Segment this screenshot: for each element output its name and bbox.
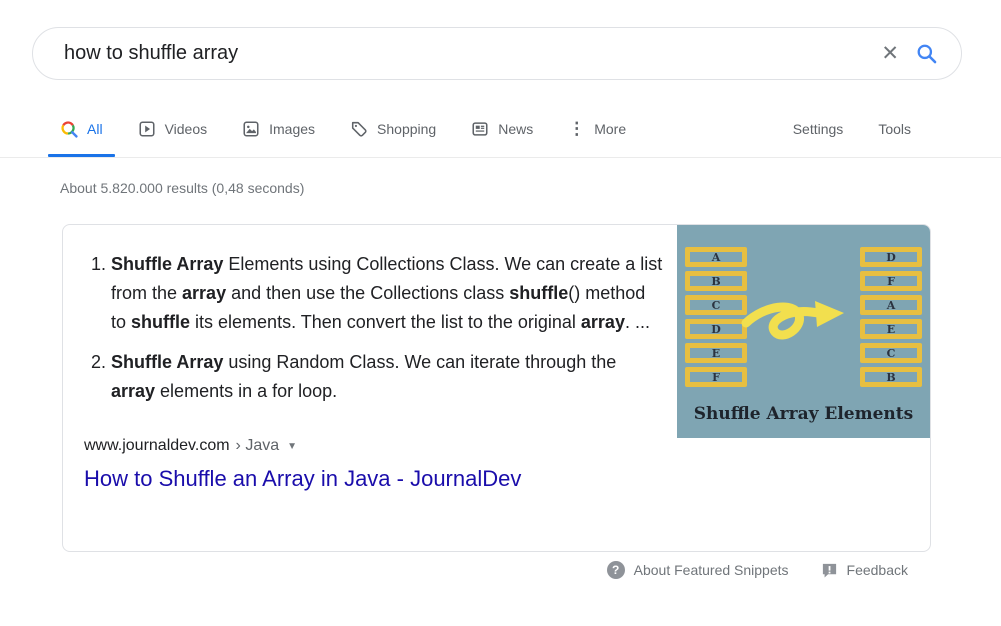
array-letter-box: C [860,343,922,363]
more-dots-icon: ⋮ [568,120,585,137]
snippet-list: Shuffle Array Elements using Collections… [67,250,665,406]
results-tab-bar: All Videos Images Shopping [0,100,1001,158]
breadcrumb-path: › Java [236,437,280,455]
search-icon[interactable] [915,42,939,66]
tab-label: Shopping [377,121,436,137]
shuffle-image-left-column: ABCDEF [685,247,747,391]
tab-videos[interactable]: Videos [138,100,208,158]
chevron-down-icon[interactable]: ▼ [287,441,297,452]
snippet-image-caption: Shuffle Array Elements [677,404,930,424]
tab-label: Videos [165,121,208,137]
shuffle-arrow-icon [741,295,861,361]
about-featured-snippets-label: About Featured Snippets [634,562,789,578]
array-letter-box: B [685,271,747,291]
array-letter-box: D [685,319,747,339]
news-icon [471,120,489,138]
tab-label: All [87,121,103,137]
clear-icon[interactable]: ✕ [871,43,915,64]
magnifier-glyph [915,42,939,66]
snippet-thumbnail[interactable]: ABCDEF DFAECB Shuffle Array Elements [677,225,930,438]
result-title-link[interactable]: How to Shuffle an Array in Java - Journa… [84,466,521,492]
array-letter-box: C [685,295,747,315]
tab-all[interactable]: All [60,100,103,158]
settings-link[interactable]: Settings [793,121,844,137]
videos-icon [138,120,156,138]
array-letter-box: E [685,343,747,363]
array-letter-box: B [860,367,922,387]
search-bar[interactable]: ✕ [32,27,962,80]
images-icon [242,120,260,138]
tab-label: More [594,121,626,137]
feedback-label: Feedback [847,562,908,578]
tab-news[interactable]: News [471,100,533,158]
tab-more[interactable]: ⋮ More [568,100,626,158]
snippet-list-item: Shuffle Array using Random Class. We can… [111,348,665,406]
about-featured-snippets-link[interactable]: ? About Featured Snippets [607,561,789,579]
breadcrumb: www.journaldev.com › Java ▼ [84,437,930,455]
array-letter-box: F [685,367,747,387]
shuffle-image-right-column: DFAECB [860,247,922,391]
featured-snippet-card: ABCDEF DFAECB Shuffle Array Elements Shu… [62,224,931,552]
feedback-link[interactable]: Feedback [821,562,908,579]
tools-link[interactable]: Tools [878,121,911,137]
tab-label: Images [269,121,315,137]
snippet-list-item: Shuffle Array Elements using Collections… [111,250,665,337]
array-letter-box: D [860,247,922,267]
all-search-icon [60,120,78,138]
array-letter-box: E [860,319,922,339]
array-letter-box: A [860,295,922,315]
tab-images[interactable]: Images [242,100,315,158]
array-letter-box: A [685,247,747,267]
search-input[interactable] [64,42,871,65]
tab-shopping[interactable]: Shopping [350,100,436,158]
feedback-icon [821,562,838,579]
result-stats: About 5.820.000 results (0,48 seconds) [60,180,1001,196]
help-icon: ? [607,561,625,579]
array-letter-box: F [860,271,922,291]
shopping-icon [350,120,368,138]
breadcrumb-domain: www.journaldev.com [84,437,230,455]
tab-label: News [498,121,533,137]
snippet-footer: ? About Featured Snippets Feedback [0,561,1001,579]
